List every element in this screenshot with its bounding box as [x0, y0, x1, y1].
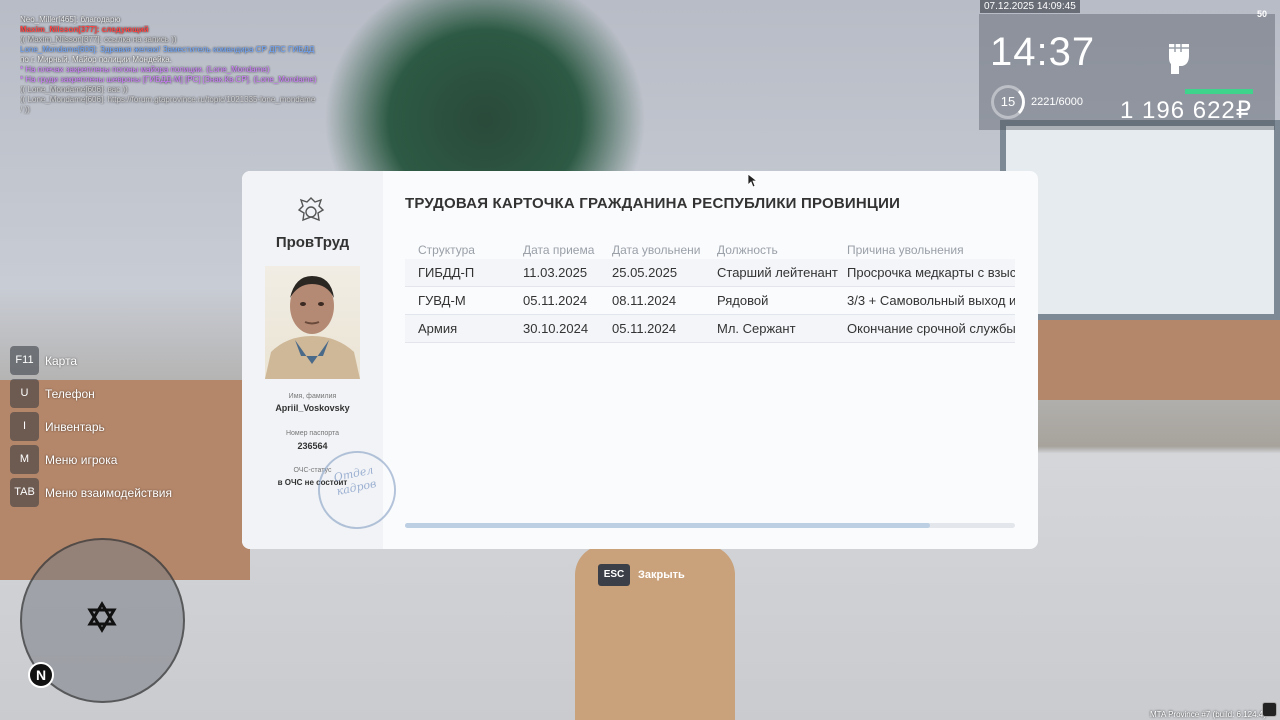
hud-clock: 14:37 [990, 30, 1096, 74]
table-row[interactable]: ГИБДД-П 11.03.2025 25.05.2025 Старший ле… [405, 259, 1015, 287]
brand-name: ПровТруд [275, 234, 350, 251]
passport-number: 236564 [297, 441, 328, 451]
table-row[interactable]: ГУВД-М 05.11.2024 08.11.2024 Рядовой 3/3… [405, 287, 1015, 315]
cell-position: Рядовой [717, 293, 769, 308]
cell-reason: 3/3 + Самовольный выход и [847, 293, 1015, 308]
col-structure: Структура [418, 243, 475, 257]
passport-label: Номер паспорта [285, 430, 340, 437]
menu-label: Меню игрока [45, 453, 118, 467]
close-label[interactable]: Закрыть [638, 569, 685, 581]
menu-label: Меню взаимодействия [45, 486, 172, 500]
north-indicator: N [28, 662, 54, 688]
card-title: ТРУДОВАЯ КАРТОЧКА ГРАЖДАНИНА РЕСПУБЛИКИ … [405, 195, 901, 212]
cell-hire-date: 05.11.2024 [523, 293, 588, 308]
cell-position: Старший лейтенант [717, 265, 838, 280]
hud-datetime: 07.12.2025 14:09:45 [980, 0, 1080, 13]
cell-reason: Окончание срочной службы. [847, 321, 1015, 336]
xp-counter: 2221/6000 [1031, 96, 1083, 108]
chat-line: Maxim_Nilsson[377]: следующий [20, 25, 149, 34]
chat-line: * На груди закреплены шевроны [ГИБДД-М] … [20, 75, 317, 84]
cell-hire-date: 30.10.2024 [523, 321, 589, 336]
menu-label: Телефон [45, 387, 95, 401]
chat-line: / )) [20, 105, 30, 114]
coat-of-arms-icon [297, 197, 325, 222]
menu-item-interaction[interactable]: TAB Меню взаимодействия [10, 478, 210, 511]
build-info: MTA Province #7 (build: 6.124.4) [1150, 710, 1266, 719]
work-card-modal: ПровТруд Имя, фамилия Apriil_Voskovsky Н… [242, 171, 1038, 549]
employment-table: Структура Дата приема Дата увольнени Дол… [405, 241, 1015, 343]
cell-dismiss-date: 05.11.2024 [612, 321, 677, 336]
menu-item-phone[interactable]: U Телефон [10, 379, 210, 412]
cell-dismiss-date: 08.11.2024 [612, 293, 677, 308]
hr-stamp: Отдел кадров [310, 443, 404, 537]
col-reason: Причина увольнения [847, 243, 964, 257]
key-badge: F11 [10, 346, 39, 375]
fist-icon [1169, 44, 1189, 74]
money-balance: 1 196 622₽ [1120, 97, 1253, 124]
chat-line: * На плечах закреплены погоны майора пол… [20, 65, 270, 74]
horizontal-scrollbar[interactable] [405, 523, 1015, 528]
chat-line: (( Maxim_Nilsson[377]: ссылка на запись … [20, 35, 177, 44]
hud-fps: 50 [1257, 9, 1268, 19]
key-badge: U [10, 379, 39, 408]
key-badge: TAB [10, 478, 39, 507]
close-key-badge[interactable]: ESC [598, 564, 630, 586]
hotkey-menu: F11 Карта U Телефон I Инвентарь M Меню и… [10, 346, 210, 511]
citizen-name: Apriil_Voskovsky [275, 403, 350, 413]
menu-item-map[interactable]: F11 Карта [10, 346, 210, 379]
cell-dismiss-date: 25.05.2025 [612, 265, 678, 280]
card-sidebar: ПровТруд Имя, фамилия Apriil_Voskovsky Н… [242, 171, 404, 549]
cell-structure: ГУВД-М [418, 293, 466, 308]
table-header: Структура Дата приема Дата увольнени Дол… [405, 241, 1015, 259]
health-bar [1185, 89, 1253, 94]
key-badge: I [10, 412, 39, 441]
window [1000, 120, 1280, 320]
name-label: Имя, фамилия [288, 393, 337, 400]
key-badge: M [10, 445, 39, 474]
portrait-image [265, 276, 360, 379]
mouse-cursor-icon [748, 174, 758, 188]
wall-trim-right [1038, 320, 1280, 400]
col-dismiss-date: Дата увольнени [612, 243, 701, 257]
menu-item-inventory[interactable]: I Инвентарь [10, 412, 210, 445]
scrollbar-thumb[interactable] [405, 523, 930, 528]
chat-log: Neo_Miller[465]: благодарю Maxim_Nilsson… [20, 15, 340, 115]
cell-structure: Армия [418, 321, 458, 336]
settings-icon[interactable] [1262, 702, 1277, 717]
table-row[interactable]: Армия 30.10.2024 05.11.2024 Мл. Сержант … [405, 315, 1015, 343]
menu-label: Карта [45, 354, 78, 368]
chat-line: (( Lone_Mondame[606]: вас )) [20, 85, 128, 94]
level-ring: 15 [991, 85, 1025, 119]
menu-item-player-menu[interactable]: M Меню игрока [10, 445, 210, 478]
cell-hire-date: 11.03.2025 [523, 265, 588, 280]
chat-line: Neo_Miller[465]: благодарю [20, 15, 121, 24]
cell-position: Мл. Сержант [717, 321, 796, 336]
chat-line: (( Lone_Mondame[606]: https://forum.gtap… [20, 95, 316, 104]
col-position: Должность [717, 243, 778, 257]
col-hire-date: Дата приема [523, 243, 595, 257]
chat-line: Lone_Mondame[606]: Здравия желаю! Замест… [20, 45, 315, 54]
cell-structure: ГИБДД-П [418, 265, 475, 280]
cell-reason: Просрочка медкарты с взыск [847, 265, 1015, 280]
chat-line: по г. Мирный, Майор полиции Мондейка. [20, 55, 172, 64]
citizen-photo [265, 266, 360, 379]
menu-label: Инвентарь [45, 420, 105, 434]
